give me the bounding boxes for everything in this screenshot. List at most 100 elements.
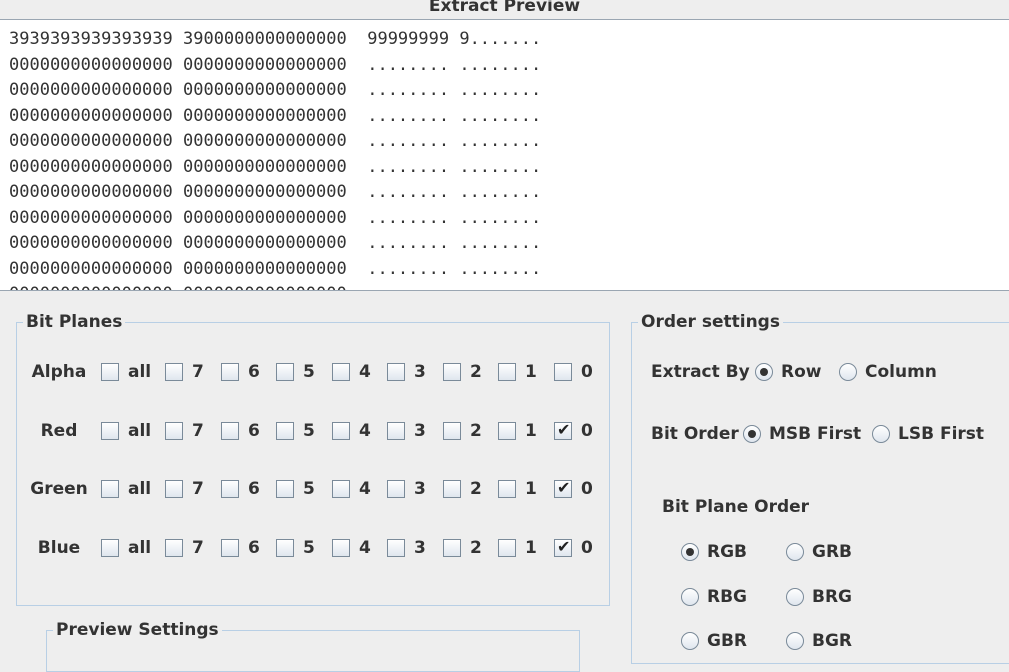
bit-green-all-checkbox[interactable]	[101, 480, 119, 498]
bit-order-label: Bit Order	[651, 424, 739, 444]
bit-green-1-checkbox[interactable]	[498, 480, 516, 498]
bit-red-5-checkbox[interactable]	[276, 422, 294, 440]
bit-green-5-checkbox[interactable]	[276, 480, 294, 498]
preview-line: 0000000000000000 0000000000000000 ......…	[9, 80, 542, 100]
bit-label: all	[128, 421, 152, 441]
plane-order-rbg-radio[interactable]	[681, 588, 699, 606]
bit-alpha-0-checkbox[interactable]	[554, 363, 572, 381]
bit-alpha-5-checkbox[interactable]	[276, 363, 294, 381]
bit-green-6-checkbox[interactable]	[221, 480, 239, 498]
bit-label: 7	[192, 362, 204, 382]
bit-red-4-checkbox[interactable]	[332, 422, 350, 440]
plane-order-option-label: BGR	[812, 631, 853, 651]
checkmark-icon: ✔	[557, 420, 571, 439]
bit-label: 4	[359, 362, 371, 382]
bit-red-all-checkbox[interactable]	[101, 422, 119, 440]
bit-alpha-7-checkbox[interactable]	[165, 363, 183, 381]
extract-preview-area[interactable]: 3939393939393939 3900000000000000 999999…	[0, 20, 1009, 291]
bit-blue-5-checkbox[interactable]	[276, 539, 294, 557]
bit-alpha-4-checkbox[interactable]	[332, 363, 350, 381]
preview-line: 0000000000000000 0000000000000000 ......…	[9, 207, 542, 228]
bit-green-2-checkbox[interactable]	[443, 480, 461, 498]
plane-order-gbr-radio[interactable]	[681, 632, 699, 650]
bit-order-option-label: MSB First	[769, 424, 862, 444]
plane-order-bgr-radio[interactable]	[786, 632, 804, 650]
bit-alpha-all-checkbox[interactable]	[101, 363, 119, 381]
bit-green-7-checkbox[interactable]	[165, 480, 183, 498]
preview-line: 3939393939393939 3900000000000000 999999…	[9, 29, 542, 49]
radio-dot-icon	[686, 548, 694, 556]
bit-label: 3	[414, 362, 426, 382]
bit-planes-title: Bit Planes	[23, 312, 126, 332]
extract-by-row-radio[interactable]	[755, 363, 773, 381]
preview-line: 0000000000000000 0000000000000000 ......…	[9, 54, 542, 75]
bit-green-0-checkbox[interactable]: ✔	[554, 478, 572, 498]
extract-by-option-label: Column	[865, 362, 937, 382]
bit-label: all	[128, 479, 152, 499]
bit-red-3-checkbox[interactable]	[387, 422, 405, 440]
bit-label: 2	[470, 479, 482, 499]
bit-red-2-checkbox[interactable]	[443, 422, 461, 440]
plane-order-brg-radio[interactable]	[786, 588, 804, 606]
bit-label: 2	[470, 538, 482, 558]
checkmark-icon: ✔	[557, 478, 571, 497]
checkmark-icon: ✔	[557, 537, 571, 556]
extract-by-option-label: Row	[781, 362, 822, 382]
extract-by-column-radio[interactable]	[839, 363, 857, 381]
preview-line: 0000000000000000 0000000000000000 ......…	[9, 156, 542, 177]
row-label-green: Green	[30, 479, 88, 499]
preview-line: 0000000000000000 0000000000000000 ......…	[9, 282, 541, 290]
bit-alpha-3-checkbox[interactable]	[387, 363, 405, 381]
plane-order-option-label: GRB	[812, 542, 853, 562]
bit-label: 5	[303, 362, 315, 382]
bit-blue-4-checkbox[interactable]	[332, 539, 350, 557]
bit-label: 0	[581, 538, 593, 558]
bit-order-option-label: LSB First	[898, 424, 985, 444]
bit-blue-1-checkbox[interactable]	[498, 539, 516, 557]
bit-label: 2	[470, 362, 482, 382]
bit-blue-6-checkbox[interactable]	[221, 539, 239, 557]
preview-settings-title: Preview Settings	[53, 620, 222, 640]
bit-red-1-checkbox[interactable]	[498, 422, 516, 440]
bit-order-lsb-first-radio[interactable]	[872, 425, 890, 443]
bit-label: 6	[248, 362, 260, 382]
bit-label: 7	[192, 538, 204, 558]
bit-red-0-checkbox[interactable]: ✔	[554, 420, 572, 440]
bit-alpha-2-checkbox[interactable]	[443, 363, 461, 381]
order-settings-title: Order settings	[638, 312, 783, 332]
bit-red-7-checkbox[interactable]	[165, 422, 183, 440]
radio-dot-icon	[760, 368, 768, 376]
bit-label: all	[128, 538, 152, 558]
plane-order-option-label: GBR	[707, 631, 748, 651]
bit-blue-0-checkbox[interactable]: ✔	[554, 537, 572, 557]
bit-label: 4	[359, 479, 371, 499]
plane-order-option-label: RGB	[707, 542, 748, 562]
bit-label: 0	[581, 421, 593, 441]
bit-label: 2	[470, 421, 482, 441]
bit-label: 5	[303, 538, 315, 558]
bit-label: 5	[303, 479, 315, 499]
bit-blue-7-checkbox[interactable]	[165, 539, 183, 557]
radio-dot-icon	[748, 430, 756, 438]
row-label-alpha: Alpha	[31, 362, 87, 382]
bit-label: 6	[248, 421, 260, 441]
bit-label: 4	[359, 421, 371, 441]
bit-alpha-6-checkbox[interactable]	[221, 363, 239, 381]
bit-blue-3-checkbox[interactable]	[387, 539, 405, 557]
bit-blue-2-checkbox[interactable]	[443, 539, 461, 557]
bit-order-msb-first-radio[interactable]	[743, 425, 761, 443]
window-title: Extract Preview	[428, 0, 581, 16]
plane-order-grb-radio[interactable]	[786, 543, 804, 561]
bit-green-3-checkbox[interactable]	[387, 480, 405, 498]
extract-by-label: Extract By	[651, 362, 750, 382]
bit-red-6-checkbox[interactable]	[221, 422, 239, 440]
plane-order-rgb-radio[interactable]	[681, 543, 699, 561]
bit-label: 3	[414, 538, 426, 558]
bit-label: 1	[525, 479, 537, 499]
preview-line: 0000000000000000 0000000000000000 ......…	[9, 233, 542, 253]
bit-green-4-checkbox[interactable]	[332, 480, 350, 498]
bit-label: all	[128, 362, 152, 382]
bit-blue-all-checkbox[interactable]	[101, 539, 119, 557]
bit-label: 0	[581, 479, 593, 499]
bit-alpha-1-checkbox[interactable]	[498, 363, 516, 381]
